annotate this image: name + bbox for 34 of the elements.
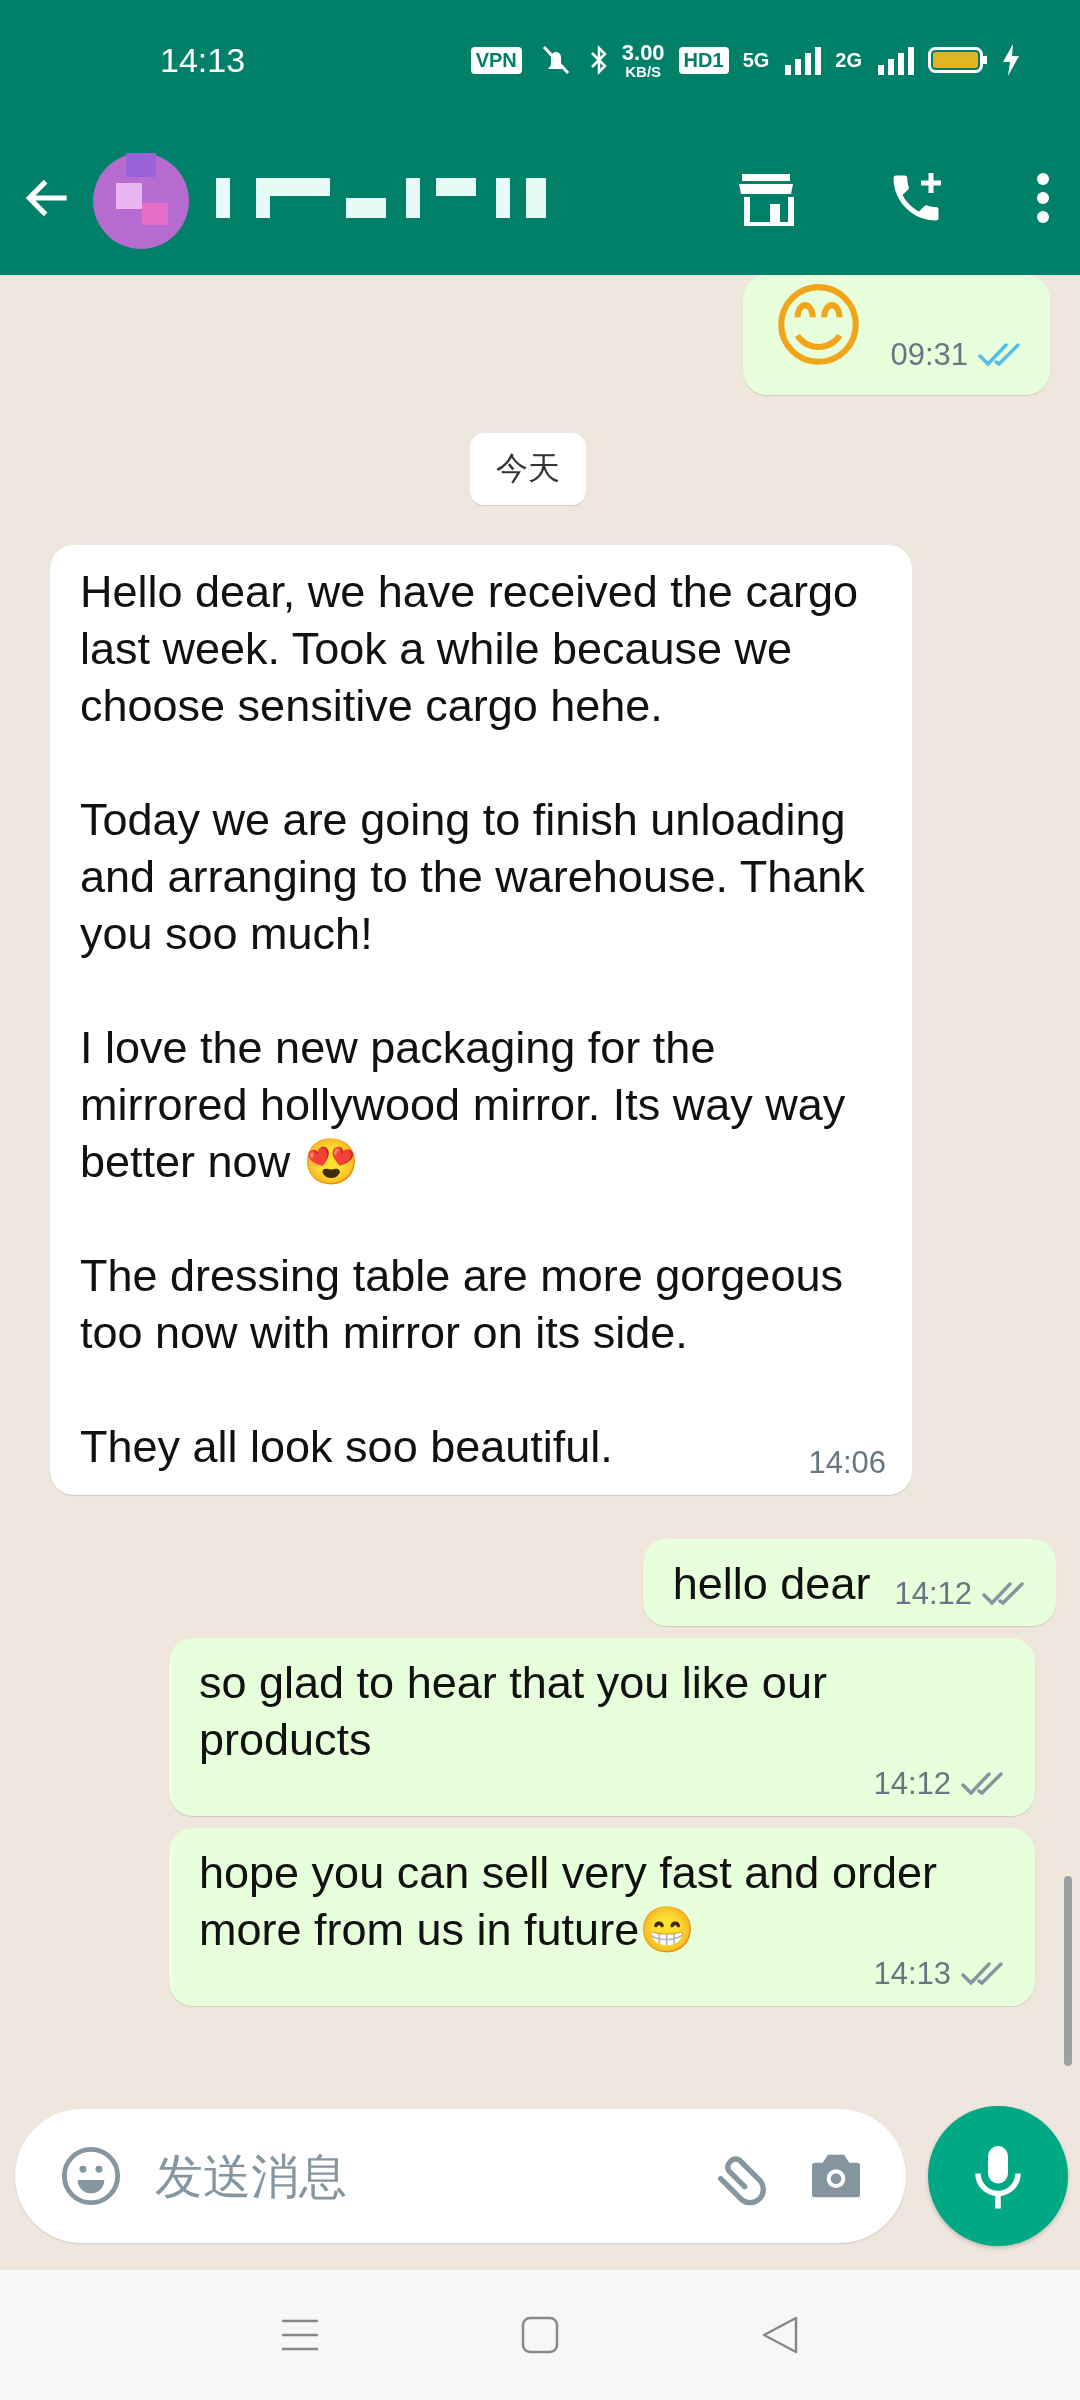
message-time: 14:13 — [873, 1956, 951, 1992]
emoji-icon[interactable] — [59, 2144, 123, 2208]
network-type: 5G — [742, 50, 770, 70]
signal-icon — [783, 45, 822, 75]
bluetooth-icon — [589, 44, 608, 76]
message-text: Today we are going to finish unloading and arranging to the warehouse. Thank you soo much! — [80, 794, 865, 959]
emoji: 😊 — [770, 281, 867, 373]
home-button[interactable] — [520, 2315, 560, 2355]
message-time: 14:12 — [873, 1766, 951, 1802]
menu-button[interactable] — [1036, 171, 1050, 224]
message-text: I love the new packaging for the mirrored hollywood mirror. Its way way better now 😍 — [80, 1022, 846, 1187]
message-text: Hello dear, we have received the cargo last week. Took a while because we choose sensitive cargo hehe. — [80, 566, 858, 731]
message-field[interactable]: 发送消息 — [15, 2109, 906, 2243]
message-text: hope you can sell very fast and order more from us in future😁 — [199, 1847, 937, 1955]
message-time: 09:31 — [890, 337, 968, 373]
charging-icon — [1002, 44, 1020, 76]
status-time: 14:13 — [160, 40, 247, 80]
battery-icon — [928, 45, 988, 75]
signal-icon — [876, 45, 914, 75]
message-time: 14:06 — [808, 1445, 886, 1481]
speed-unit: KB/S — [625, 63, 662, 79]
message-text: hello dear — [672, 1558, 871, 1609]
message-time: 14:12 — [894, 1576, 972, 1612]
vpn-badge: VPN — [470, 46, 522, 74]
date-chip: 今天 — [470, 433, 586, 505]
network-type: 2G — [835, 50, 862, 70]
message-text: so glad to hear that you like our products — [199, 1657, 827, 1765]
hd-badge: HD1 — [678, 46, 729, 74]
message-input[interactable]: 发送消息 — [153, 2147, 680, 2205]
back-button[interactable] — [760, 2315, 800, 2355]
network-speed: 3.00 — [621, 41, 665, 64]
menu-button[interactable] — [280, 2317, 320, 2353]
message-text: They all look soo beautiful. — [80, 1421, 613, 1472]
message-text: The dressing table are more gorgeous too now with mirror on its side. — [80, 1250, 843, 1358]
